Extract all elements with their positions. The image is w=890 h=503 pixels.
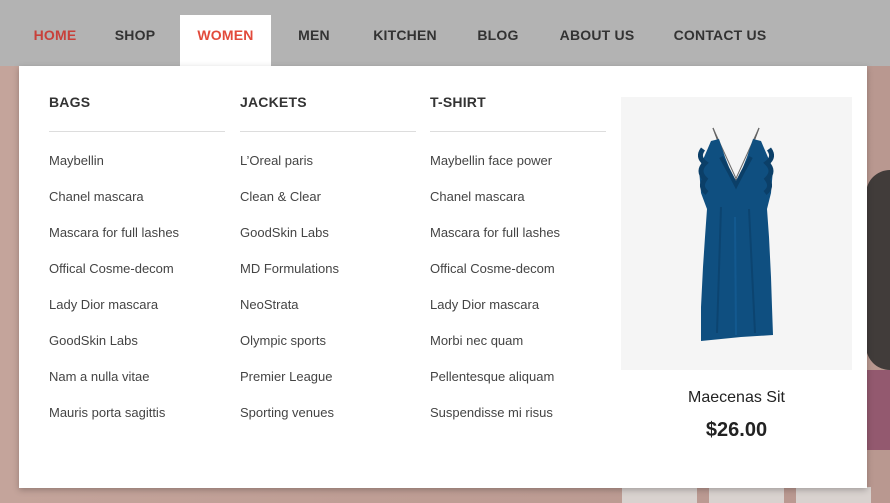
menu-link[interactable]: Offical Cosme-decom	[430, 260, 560, 296]
menu-link[interactable]: Premier League	[240, 368, 339, 404]
menu-link[interactable]: Chanel mascara	[49, 188, 179, 224]
nav-item-men[interactable]: MEN	[288, 15, 340, 66]
product-name[interactable]: Maecenas Sit	[621, 389, 852, 407]
menu-column-title[interactable]: JACKETS	[240, 94, 307, 110]
menu-link-list: Maybellin face power Chanel mascara Masc…	[430, 152, 560, 440]
nav-item-contact-us[interactable]: CONTACT US	[666, 15, 774, 66]
menu-link[interactable]: GoodSkin Labs	[49, 332, 179, 368]
menu-link[interactable]: Morbi nec quam	[430, 332, 560, 368]
nav-item-kitchen[interactable]: KITCHEN	[365, 15, 445, 66]
menu-link[interactable]: Lady Dior mascara	[49, 296, 179, 332]
background-tile	[622, 487, 697, 503]
nav-item-about-us[interactable]: ABOUT US	[551, 15, 643, 66]
background-tile	[796, 487, 871, 503]
menu-link[interactable]: Sporting venues	[240, 404, 339, 440]
column-divider	[430, 131, 606, 132]
menu-link[interactable]: Olympic sports	[240, 332, 339, 368]
menu-link[interactable]: Maybellin face power	[430, 152, 560, 188]
menu-link[interactable]: Suspendisse mi risus	[430, 404, 560, 440]
product-price: $26.00	[705, 419, 768, 441]
menu-link[interactable]: MD Formulations	[240, 260, 339, 296]
menu-link[interactable]: Maybellin	[49, 152, 179, 188]
women-mega-menu: BAGS Maybellin Chanel mascara Mascara fo…	[19, 66, 867, 488]
menu-link[interactable]: GoodSkin Labs	[240, 224, 339, 260]
menu-link[interactable]: Mascara for full lashes	[49, 224, 179, 260]
menu-link-list: L’Oreal paris Clean & Clear GoodSkin Lab…	[240, 152, 339, 440]
menu-link[interactable]: Clean & Clear	[240, 188, 339, 224]
menu-link[interactable]: L’Oreal paris	[240, 152, 339, 188]
menu-link[interactable]: Nam a nulla vitae	[49, 368, 179, 404]
menu-column-title[interactable]: T-SHIRT	[430, 94, 486, 110]
menu-link[interactable]: Lady Dior mascara	[430, 296, 560, 332]
menu-link[interactable]: Offical Cosme-decom	[49, 260, 179, 296]
product-image[interactable]	[621, 97, 852, 370]
menu-link-list: Maybellin Chanel mascara Mascara for ful…	[49, 152, 179, 440]
blue-dress-image	[697, 127, 775, 341]
nav-item-home[interactable]: HOME	[22, 15, 88, 66]
background-product-edge-lower	[866, 370, 890, 450]
background-product-edge	[866, 170, 890, 370]
menu-link[interactable]: NeoStrata	[240, 296, 339, 332]
menu-link[interactable]: Chanel mascara	[430, 188, 560, 224]
menu-column-title[interactable]: BAGS	[49, 94, 90, 110]
nav-item-shop[interactable]: SHOP	[104, 15, 166, 66]
main-navbar: HOME SHOP WOMEN MEN KITCHEN BLOG ABOUT U…	[0, 0, 890, 66]
column-divider	[240, 131, 416, 132]
column-divider	[49, 131, 225, 132]
menu-link[interactable]: Mascara for full lashes	[430, 224, 560, 260]
background-tile	[709, 487, 784, 503]
nav-item-blog[interactable]: BLOG	[470, 15, 526, 66]
menu-link[interactable]: Pellentesque aliquam	[430, 368, 560, 404]
nav-item-women[interactable]: WOMEN	[180, 15, 271, 66]
menu-link[interactable]: Mauris porta sagittis	[49, 404, 179, 440]
